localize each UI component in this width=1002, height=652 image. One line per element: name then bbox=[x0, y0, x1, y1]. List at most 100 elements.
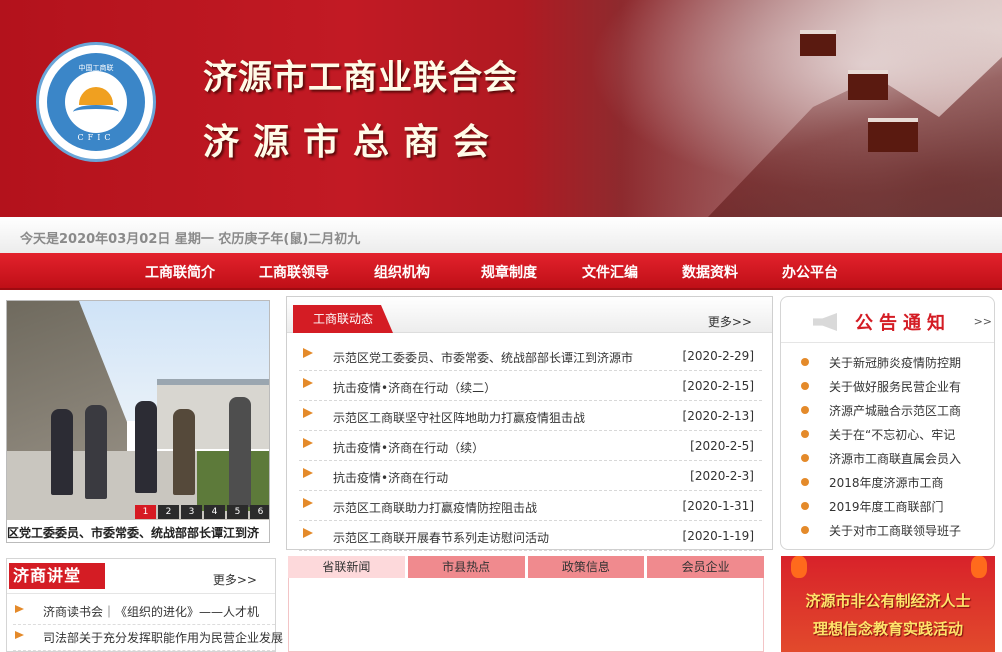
tab-policy-info[interactable]: 政策信息 bbox=[527, 556, 645, 578]
news-list: 示范区党工委委员、市委常委、统战部部长谭江到济源市 [2020-2-29] 抗击疫… bbox=[299, 341, 762, 551]
news-item[interactable]: 抗击疫情•济商在行动（续） [2020-2-5] bbox=[299, 431, 762, 461]
notice-item[interactable]: 2018年度济源市工商 bbox=[799, 471, 989, 495]
notice-item[interactable]: 济源产城融合示范区工商 bbox=[799, 399, 989, 423]
news-item[interactable]: 示范区工商联坚守社区阵地助力打赢疫情狙击战 [2020-2-13] bbox=[299, 401, 762, 431]
notice-more-link[interactable]: >> bbox=[974, 315, 992, 328]
nav-item-organization[interactable]: 组织机构 bbox=[374, 262, 430, 282]
banner-pavilion bbox=[800, 30, 836, 56]
bullet-icon bbox=[801, 478, 809, 486]
news-title[interactable]: 抗击疫情•济商在行动 bbox=[333, 469, 448, 486]
photo-person bbox=[85, 405, 107, 499]
tab-city-hotspots[interactable]: 市县热点 bbox=[407, 556, 525, 578]
lecture-item[interactable]: 济商读书会｜《组织的进化》——人才机 bbox=[13, 599, 275, 625]
lecture-badge[interactable]: 济商讲堂 bbox=[9, 563, 105, 589]
news-item[interactable]: 抗击疫情•济商在行动 [2020-2-3] bbox=[299, 461, 762, 491]
main-nav: 工商联简介 工商联领导 组织机构 规章制度 文件汇编 数据资料 办公平台 bbox=[0, 253, 1002, 290]
tab-member-companies[interactable]: 会员企业 bbox=[647, 556, 764, 578]
tab-bar: 省联新闻 市县热点 政策信息 会员企业 bbox=[288, 556, 764, 578]
site-subtitle: 济源市总商会 bbox=[203, 121, 504, 163]
news-item[interactable]: 示范区工商联助力打赢疫情防控阻击战 [2020-1-31] bbox=[299, 491, 762, 521]
promo-banner[interactable]: 济源市非公有制经济人士 理想信念教育实践活动 bbox=[781, 556, 995, 652]
slider-page-4[interactable]: 4 bbox=[204, 505, 225, 519]
logo-emblem bbox=[65, 71, 127, 133]
slider-page-2[interactable]: 2 bbox=[158, 505, 179, 519]
news-date: [2020-1-19] bbox=[682, 529, 754, 543]
news-title[interactable]: 示范区党工委委员、市委常委、统战部部长谭江到济源市 bbox=[333, 349, 633, 366]
banner-pavilion bbox=[868, 118, 918, 152]
nav-item-intro[interactable]: 工商联简介 bbox=[145, 262, 215, 282]
bullet-icon bbox=[801, 526, 809, 534]
news-panel: 工商联动态 更多>> 示范区党工委委员、市委常委、统战部部长谭江到济源市 [202… bbox=[286, 296, 773, 551]
arrow-icon bbox=[15, 605, 24, 613]
photo-person bbox=[135, 401, 157, 493]
photo-person bbox=[51, 409, 73, 495]
news-date: [2020-2-29] bbox=[682, 349, 754, 363]
notice-item[interactable]: 关于在“不忘初心、牢记 bbox=[799, 423, 989, 447]
nav-item-office[interactable]: 办公平台 bbox=[782, 262, 838, 282]
news-tab[interactable]: 工商联动态 bbox=[293, 305, 393, 333]
photo-person bbox=[229, 397, 251, 507]
header-banner: 中国工商联 CFIC 济源市工商业联合会 济源市总商会 bbox=[0, 0, 1002, 217]
slider-caption[interactable]: 区党工委委员、市委常委、统战部部长谭江到济 bbox=[7, 520, 269, 542]
notice-item-title[interactable]: 关于对市工商联领导班子 bbox=[829, 522, 989, 539]
news-title[interactable]: 抗击疫情•济商在行动（续） bbox=[333, 439, 484, 456]
notice-item-title[interactable]: 关于在“不忘初心、牢记 bbox=[829, 426, 989, 443]
logo-bottom-text: CFIC bbox=[77, 133, 115, 142]
notice-item-title[interactable]: 济源市工商联直属会员入 bbox=[829, 450, 989, 467]
arrow-icon bbox=[303, 348, 313, 358]
news-date: [2020-2-5] bbox=[690, 439, 754, 453]
notice-item[interactable]: 2019年度工商联部门 bbox=[799, 495, 989, 519]
news-item[interactable]: 抗击疫情•济商在行动（续二） [2020-2-15] bbox=[299, 371, 762, 401]
lecture-panel: 济商讲堂 更多>> 济商读书会｜《组织的进化》——人才机 司法部关于充分发挥职能… bbox=[6, 558, 283, 652]
tab-content bbox=[288, 578, 764, 652]
news-title[interactable]: 抗击疫情•济商在行动（续二） bbox=[333, 379, 496, 396]
news-title[interactable]: 示范区工商联坚守社区阵地助力打赢疫情狙击战 bbox=[333, 409, 585, 426]
site-title: 济源市工商业联合会 bbox=[203, 58, 518, 98]
news-header: 工商联动态 更多>> bbox=[287, 297, 772, 333]
lecture-list: 济商读书会｜《组织的进化》——人才机 司法部关于充分发挥职能作用为民营企业发展 bbox=[13, 599, 283, 651]
arrow-icon bbox=[303, 468, 313, 478]
slider-page-3[interactable]: 3 bbox=[181, 505, 202, 519]
promo-line2: 理想信念教育实践活动 bbox=[812, 620, 963, 638]
lantern-icon bbox=[791, 556, 807, 578]
notice-panel: 公告通知 >> 关于新冠肺炎疫情防控期 关于做好服务民营企业有 济源产城融合示范… bbox=[780, 296, 995, 550]
promo-line1: 济源市非公有制经济人士 bbox=[805, 592, 971, 610]
news-title[interactable]: 示范区工商联开展春节系列走访慰问活动 bbox=[333, 529, 549, 546]
news-item[interactable]: 示范区工商联开展春节系列走访慰问活动 [2020-1-19] bbox=[299, 521, 762, 551]
slider-pagination: 1 2 3 4 5 6 bbox=[135, 505, 269, 519]
notice-item-title[interactable]: 关于新冠肺炎疫情防控期 bbox=[829, 354, 989, 371]
nav-item-leaders[interactable]: 工商联领导 bbox=[259, 262, 329, 282]
notice-item[interactable]: 关于对市工商联领导班子 bbox=[799, 519, 989, 543]
slider-page-6[interactable]: 6 bbox=[250, 505, 269, 519]
notice-item[interactable]: 济源市工商联直属会员入 bbox=[799, 447, 989, 471]
site-logo[interactable]: 中国工商联 CFIC bbox=[36, 42, 156, 162]
notice-item[interactable]: 关于新冠肺炎疫情防控期 bbox=[799, 351, 989, 375]
notice-item-title[interactable]: 2019年度工商联部门 bbox=[829, 498, 989, 515]
lecture-item[interactable]: 司法部关于充分发挥职能作用为民营企业发展 bbox=[13, 625, 283, 651]
arrow-icon bbox=[303, 378, 313, 388]
slider-page-1[interactable]: 1 bbox=[135, 505, 156, 519]
nav-item-documents[interactable]: 文件汇编 bbox=[582, 262, 638, 282]
notice-item-title[interactable]: 2018年度济源市工商 bbox=[829, 474, 989, 491]
lecture-item-title[interactable]: 济商读书会｜《组织的进化》——人才机 bbox=[43, 603, 283, 620]
sun-icon bbox=[79, 87, 113, 105]
divider bbox=[7, 593, 275, 594]
lecture-more-link[interactable]: 更多>> bbox=[213, 571, 257, 588]
nav-item-data[interactable]: 数据资料 bbox=[682, 262, 738, 282]
arrow-icon bbox=[303, 408, 313, 418]
news-date: [2020-2-3] bbox=[690, 469, 754, 483]
notice-item-title[interactable]: 济源产城融合示范区工商 bbox=[829, 402, 989, 419]
news-item[interactable]: 示范区党工委委员、市委常委、统战部部长谭江到济源市 [2020-2-29] bbox=[299, 341, 762, 371]
lecture-item-title[interactable]: 司法部关于充分发挥职能作用为民营企业发展 bbox=[43, 629, 283, 646]
notice-item[interactable]: 关于做好服务民营企业有 bbox=[799, 375, 989, 399]
photo-slider[interactable]: 1 2 3 4 5 6 区党工委委员、市委常委、统战部部长谭江到济 bbox=[6, 300, 270, 543]
notice-item-title[interactable]: 关于做好服务民营企业有 bbox=[829, 378, 989, 395]
news-title[interactable]: 示范区工商联助力打赢疫情防控阻击战 bbox=[333, 499, 537, 516]
tab-province-news[interactable]: 省联新闻 bbox=[288, 556, 405, 578]
news-more-link[interactable]: 更多>> bbox=[708, 313, 752, 330]
slider-page-5[interactable]: 5 bbox=[227, 505, 248, 519]
bullet-icon bbox=[801, 406, 809, 414]
nav-item-regulations[interactable]: 规章制度 bbox=[481, 262, 537, 282]
banner-pavilion bbox=[848, 70, 888, 100]
date-bar: 今天是2020年03月02日 星期一 农历庚子年(鼠)二月初九 bbox=[0, 217, 1002, 253]
